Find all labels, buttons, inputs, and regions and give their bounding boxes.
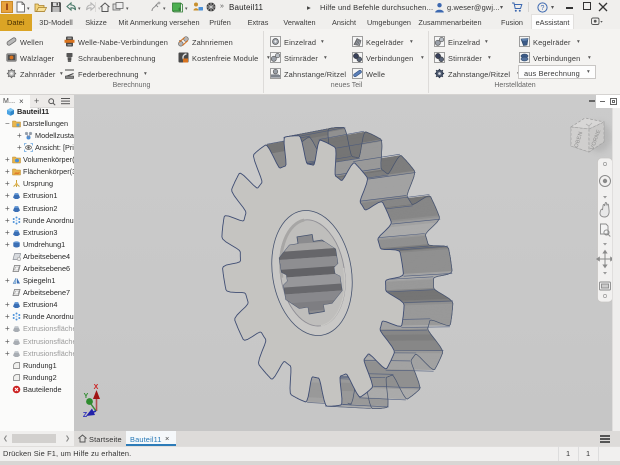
svg-text:Z: Z [83, 412, 88, 419]
svg-text:Y: Y [84, 393, 89, 400]
svg-text:X: X [94, 384, 99, 391]
svg-text:?: ? [541, 5, 545, 12]
